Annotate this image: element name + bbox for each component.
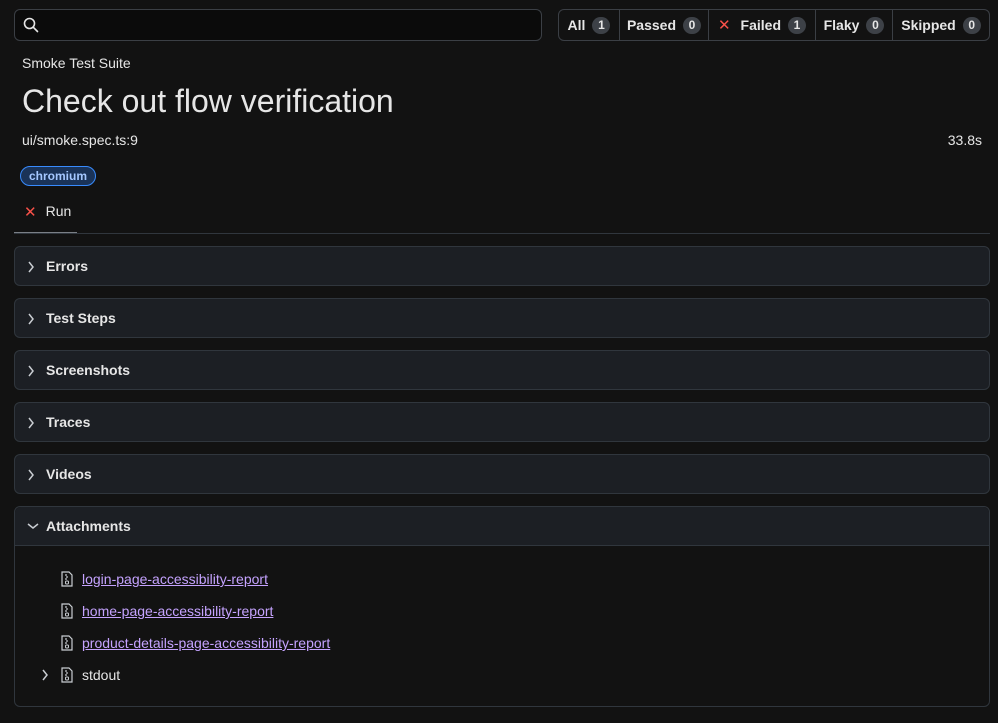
filter-failed-label: Failed <box>740 17 782 33</box>
chevron-down-icon <box>27 523 39 529</box>
section-screenshots[interactable]: Screenshots <box>14 350 990 390</box>
test-title: Check out flow verification <box>22 83 394 119</box>
file-zip-icon <box>61 603 73 619</box>
section-errors[interactable]: Errors <box>14 246 990 286</box>
filter-skipped-count: 0 <box>962 16 981 34</box>
search-icon <box>23 17 39 33</box>
section-test-steps[interactable]: Test Steps <box>14 298 990 338</box>
filter-skipped[interactable]: Skipped 0 <box>893 10 989 40</box>
chevron-right-icon <box>28 313 34 325</box>
tab-run-label: Run <box>45 203 72 219</box>
file-zip-icon <box>61 571 73 587</box>
section-attachments: Attachments login-page-accessibility-rep… <box>14 506 990 707</box>
filter-flaky[interactable]: Flaky 0 <box>816 10 893 40</box>
x-icon: ✕ <box>24 204 37 221</box>
filter-all-label: All <box>567 17 586 33</box>
attachment-item: login-page-accessibility-report <box>60 569 268 589</box>
tab-divider <box>14 233 990 234</box>
tab-run[interactable]: ✕ Run <box>14 196 77 234</box>
chevron-right-icon <box>28 469 34 481</box>
filter-skipped-label: Skipped <box>901 17 956 33</box>
test-duration: 33.8s <box>947 132 982 148</box>
filter-passed-label: Passed <box>626 17 677 33</box>
section-traces-label: Traces <box>46 414 91 430</box>
file-zip-icon <box>61 667 73 683</box>
search-box[interactable] <box>14 9 542 41</box>
attachment-item-stdout[interactable]: stdout <box>60 665 120 685</box>
section-test-steps-label: Test Steps <box>46 310 116 326</box>
search-input[interactable] <box>49 10 535 40</box>
chevron-right-icon <box>28 417 34 429</box>
file-zip-icon <box>61 635 73 651</box>
filter-flaky-label: Flaky <box>823 17 860 33</box>
status-filter-bar: All 1 Passed 0 ✕ Failed 1 Flaky 0 Skippe… <box>558 9 990 41</box>
attachment-item: product-details-page-accessibility-repor… <box>60 633 330 653</box>
section-attachments-header[interactable]: Attachments <box>15 507 989 546</box>
section-screenshots-label: Screenshots <box>46 362 131 378</box>
attachment-link[interactable]: home-page-accessibility-report <box>82 603 273 619</box>
attachment-link[interactable]: product-details-page-accessibility-repor… <box>82 635 330 651</box>
filter-passed-count: 0 <box>683 16 702 34</box>
filter-all-count: 1 <box>592 16 611 34</box>
test-location: ui/smoke.spec.ts:9 <box>22 132 138 148</box>
failed-x-icon: ✕ <box>717 17 731 34</box>
chevron-right-icon[interactable] <box>41 669 49 681</box>
section-videos[interactable]: Videos <box>14 454 990 494</box>
filter-all[interactable]: All 1 <box>559 10 620 40</box>
filter-passed[interactable]: Passed 0 <box>620 10 709 40</box>
attachment-item: home-page-accessibility-report <box>60 601 273 621</box>
project-tag[interactable]: chromium <box>20 166 97 186</box>
chevron-right-icon <box>28 365 34 377</box>
section-traces[interactable]: Traces <box>14 402 990 442</box>
section-attachments-label: Attachments <box>46 518 131 534</box>
section-videos-label: Videos <box>46 466 92 482</box>
filter-flaky-count: 0 <box>866 16 885 34</box>
filter-failed[interactable]: ✕ Failed 1 <box>709 10 816 40</box>
attachment-link[interactable]: login-page-accessibility-report <box>82 571 268 587</box>
section-errors-label: Errors <box>46 258 89 274</box>
attachment-stdout-label: stdout <box>82 667 121 683</box>
filter-failed-count: 1 <box>788 16 807 34</box>
chevron-right-icon <box>28 261 34 273</box>
suite-name: Smoke Test Suite <box>22 55 131 71</box>
